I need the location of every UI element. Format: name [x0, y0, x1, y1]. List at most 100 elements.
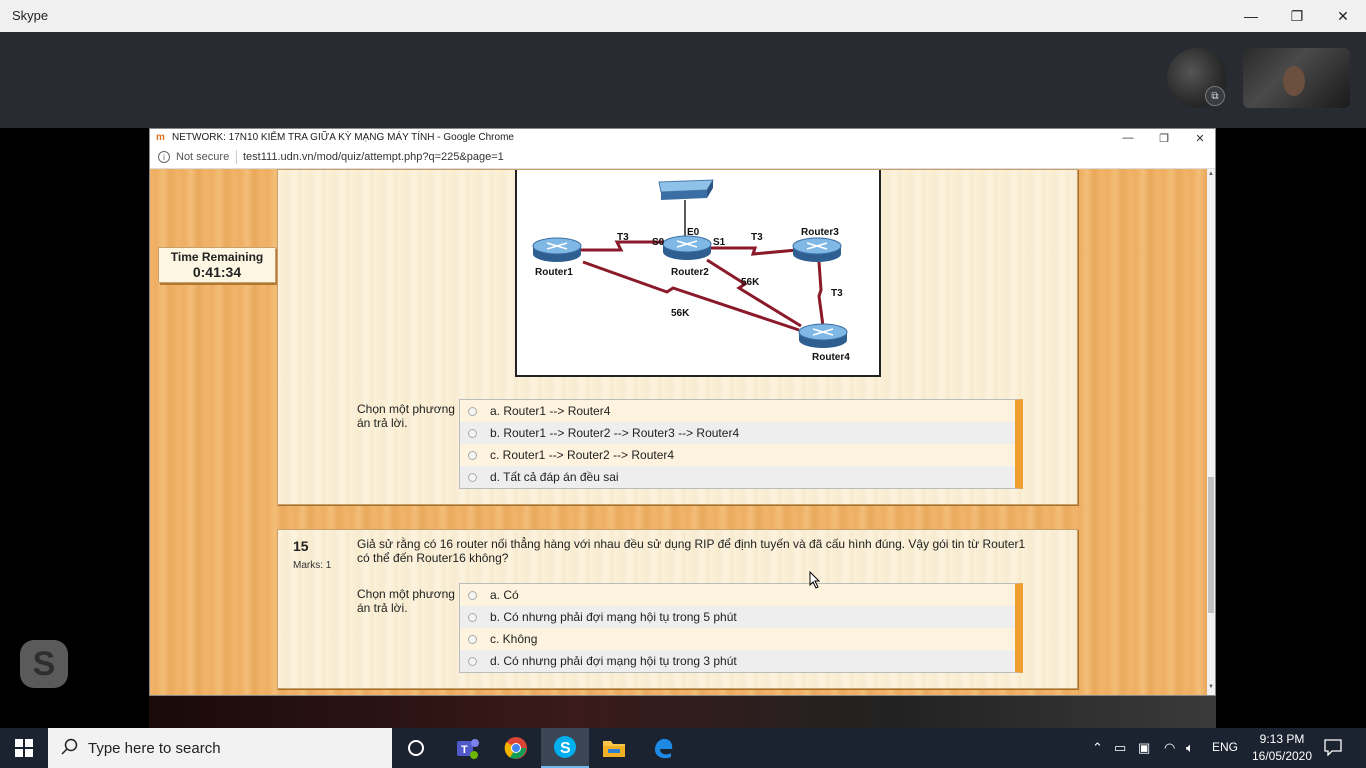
system-tray: ⌃ ▭ ▣ ◠ 🔈︎ ENG 9:13 PM 16/05/2020	[1088, 728, 1366, 768]
question-15-panel: 15 Marks: 1 Giả sử rằng có 16 router nối…	[277, 529, 1078, 689]
show-hidden-icons-icon[interactable]: ⌃	[1092, 740, 1103, 756]
answer-text: a. Có	[490, 588, 519, 602]
close-button[interactable]: ✕	[1320, 0, 1366, 32]
taskbar-clock[interactable]: 9:13 PM 16/05/2020	[1246, 728, 1318, 768]
chrome-minimize-button[interactable]: —	[1110, 129, 1146, 147]
chrome-maximize-button[interactable]: ❐	[1146, 129, 1182, 147]
wifi-icon[interactable]: ◠	[1164, 740, 1175, 756]
action-center-icon[interactable]	[1324, 738, 1342, 756]
radio-button[interactable]	[468, 634, 477, 644]
taskbar-search-box[interactable]: Type here to search	[48, 728, 392, 768]
answer-list: a. Có b. Có nhưng phải đợi mạng hội tụ t…	[459, 583, 1023, 673]
remote-video-thumbnail[interactable]	[1243, 48, 1350, 108]
answer-option[interactable]: d. Tất cả đáp án đều sai	[460, 466, 1015, 488]
answer-text: d. Có nhưng phải đợi mạng hội tụ trong 3…	[490, 654, 737, 668]
label-s1: S1	[713, 237, 726, 248]
file-explorer-taskbar-button[interactable]	[590, 728, 638, 768]
input-language[interactable]: ENG	[1212, 740, 1238, 754]
radio-button[interactable]	[468, 612, 477, 622]
answer-option[interactable]: a. Có	[460, 584, 1015, 606]
teams-taskbar-button[interactable]: T	[443, 728, 491, 768]
answer-text: c. Không	[490, 632, 538, 646]
svg-text:T: T	[461, 744, 468, 756]
popout-icon[interactable]: ⧉	[1205, 86, 1225, 106]
router2-icon	[662, 235, 712, 260]
radio-button[interactable]	[468, 472, 477, 482]
router4-icon	[798, 323, 848, 348]
address-bar[interactable]: i Not secure test111.udn.vn/mod/quiz/att…	[150, 147, 1215, 169]
time-remaining-label: Time Remaining	[170, 250, 264, 264]
scroll-thumb[interactable]	[1208, 477, 1214, 613]
label-router1: Router1	[535, 267, 573, 278]
question-number: 15	[293, 538, 309, 554]
label-s0: S0	[652, 237, 665, 248]
answer-option[interactable]: b. Router1 --> Router2 --> Router3 --> R…	[460, 422, 1015, 444]
url-text[interactable]: test111.udn.vn/mod/quiz/attempt.php?q=22…	[243, 151, 504, 163]
radio-button[interactable]	[468, 656, 477, 666]
label-t3-vertical: T3	[831, 288, 843, 299]
question-14-panel: T3 S0 E0 S1 T3 Router3 Router1 Router2 5…	[277, 169, 1078, 505]
choose-answer-label: Chọn một phương án trả lời.	[357, 402, 455, 430]
search-icon	[61, 738, 78, 755]
moodle-favicon-icon: m	[156, 132, 165, 143]
clock-time: 9:13 PM	[1259, 732, 1305, 746]
question-marks: Marks: 1	[293, 560, 332, 571]
page-scrollbar[interactable]: ▲ ▼	[1207, 169, 1215, 695]
info-icon[interactable]: i	[158, 151, 170, 163]
choose-answer-label: Chọn một phương án trả lời.	[357, 587, 455, 615]
search-placeholder: Type here to search	[88, 740, 221, 757]
router3-icon	[792, 237, 842, 262]
svg-text:S: S	[560, 740, 571, 757]
chrome-window-title: NETWORK: 17N10 KIỂM TRA GIỮA KỲ MẠNG MÁY…	[172, 132, 514, 143]
skype-icon: S	[554, 736, 576, 758]
chrome-taskbar-button[interactable]	[492, 728, 540, 768]
minimize-button[interactable]: —	[1228, 0, 1274, 32]
radio-button[interactable]	[468, 428, 477, 438]
answer-option[interactable]: c. Router1 --> Router2 --> Router4	[460, 444, 1015, 466]
cortana-icon	[408, 740, 424, 756]
edge-icon	[655, 738, 673, 759]
label-t3-left: T3	[617, 232, 629, 243]
label-56k-lower: 56K	[671, 308, 690, 319]
windows-taskbar: Type here to search T S ⌃ ▭ ▣ ◠ 🔈︎ ENG 9…	[0, 728, 1366, 768]
cortana-button[interactable]	[392, 728, 440, 768]
time-remaining-value: 0:41:34	[192, 264, 242, 280]
skype-taskbar-button[interactable]: S	[541, 728, 589, 768]
scroll-down-icon[interactable]: ▼	[1208, 684, 1214, 690]
battery-icon[interactable]: ▭	[1114, 740, 1126, 756]
shared-screen-bottom-strip	[149, 696, 1216, 728]
radio-button[interactable]	[468, 450, 477, 460]
link-router2-router3	[709, 246, 798, 256]
answer-option[interactable]: d. Có nhưng phải đợi mạng hội tụ trong 3…	[460, 650, 1015, 672]
scroll-up-icon[interactable]: ▲	[1208, 171, 1214, 177]
switch-icon	[658, 179, 714, 200]
start-button[interactable]	[0, 728, 48, 768]
link-router3-router4	[817, 261, 825, 327]
label-router2: Router2	[671, 267, 709, 278]
meet-now-icon[interactable]: ▣	[1138, 740, 1150, 756]
windows-logo-icon	[15, 739, 33, 757]
answer-option[interactable]: b. Có nhưng phải đợi mạng hội tụ trong 5…	[460, 606, 1015, 628]
answer-text: b. Router1 --> Router2 --> Router3 --> R…	[490, 426, 740, 440]
label-router4: Router4	[812, 352, 850, 363]
answer-text: c. Router1 --> Router2 --> Router4	[490, 448, 675, 462]
skype-titlebar: Skype — ❐ ✕	[0, 0, 1366, 32]
router1-icon	[532, 237, 582, 262]
shared-chrome-window: m NETWORK: 17N10 KIỂM TRA GIỮA KỲ MẠNG M…	[149, 128, 1216, 696]
maximize-button[interactable]: ❐	[1274, 0, 1320, 32]
url-divider	[236, 150, 237, 164]
volume-icon[interactable]: 🔈︎	[1186, 740, 1194, 756]
call-background-left	[0, 128, 149, 728]
radio-button[interactable]	[468, 406, 477, 416]
answer-option[interactable]: c. Không	[460, 628, 1015, 650]
answer-option[interactable]: a. Router1 --> Router4	[460, 400, 1015, 422]
chrome-close-button[interactable]: ✕	[1182, 129, 1218, 147]
radio-button[interactable]	[468, 590, 477, 600]
edge-taskbar-button[interactable]	[639, 728, 687, 768]
answer-text: a. Router1 --> Router4	[490, 404, 611, 418]
chrome-titlebar: m NETWORK: 17N10 KIỂM TRA GIỮA KỲ MẠNG M…	[150, 129, 1215, 147]
question-text: Giả sử rằng có 16 router nối thẳng hàng …	[357, 537, 1026, 565]
label-t3-right: T3	[751, 232, 763, 243]
security-status: Not secure	[176, 151, 230, 163]
teams-icon: T	[457, 739, 479, 759]
